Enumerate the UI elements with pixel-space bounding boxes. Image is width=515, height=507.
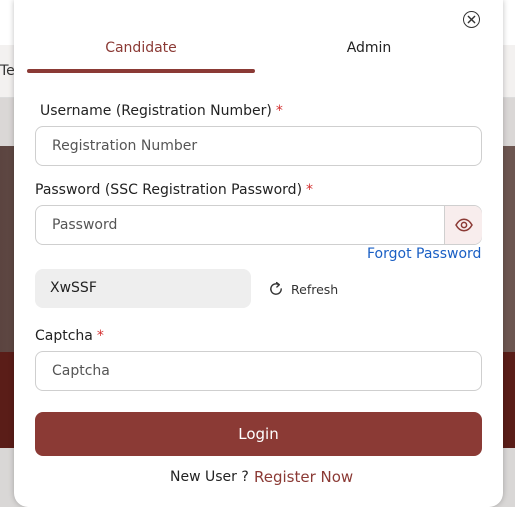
close-icon[interactable] [463,11,480,28]
register-now-link[interactable]: Register Now [254,468,353,486]
username-label: Username (Registration Number) * [40,103,283,119]
captcha-input[interactable] [35,351,482,391]
tab-admin[interactable]: Admin [255,40,483,56]
password-label-text: Password (SSC Registration Password) [35,182,303,198]
required-mark: * [275,103,283,119]
password-label: Password (SSC Registration Password) * [35,182,313,198]
login-modal: Candidate Admin Username (Registration N… [14,0,503,507]
refresh-icon [270,281,282,295]
required-mark: * [306,182,314,198]
tab-candidate[interactable]: Candidate [27,40,255,56]
backdrop-nav-text: Te [0,63,15,79]
username-input[interactable] [35,126,482,166]
login-button[interactable]: Login [35,412,482,456]
username-label-text: Username (Registration Number) [40,103,272,119]
eye-icon [454,218,473,232]
show-password-toggle[interactable] [444,206,482,244]
active-tab-indicator [27,69,255,73]
captcha-code: XwSSF [35,269,251,308]
password-input[interactable] [35,205,482,245]
refresh-captcha-button[interactable]: Refresh [268,280,338,298]
captcha-label-text: Captcha [35,328,93,344]
forgot-password-link[interactable]: Forgot Password [367,246,481,262]
new-user-text: New User ? [170,469,249,485]
refresh-label: Refresh [291,281,339,297]
required-mark: * [96,328,104,344]
captcha-label: Captcha * [35,328,104,344]
